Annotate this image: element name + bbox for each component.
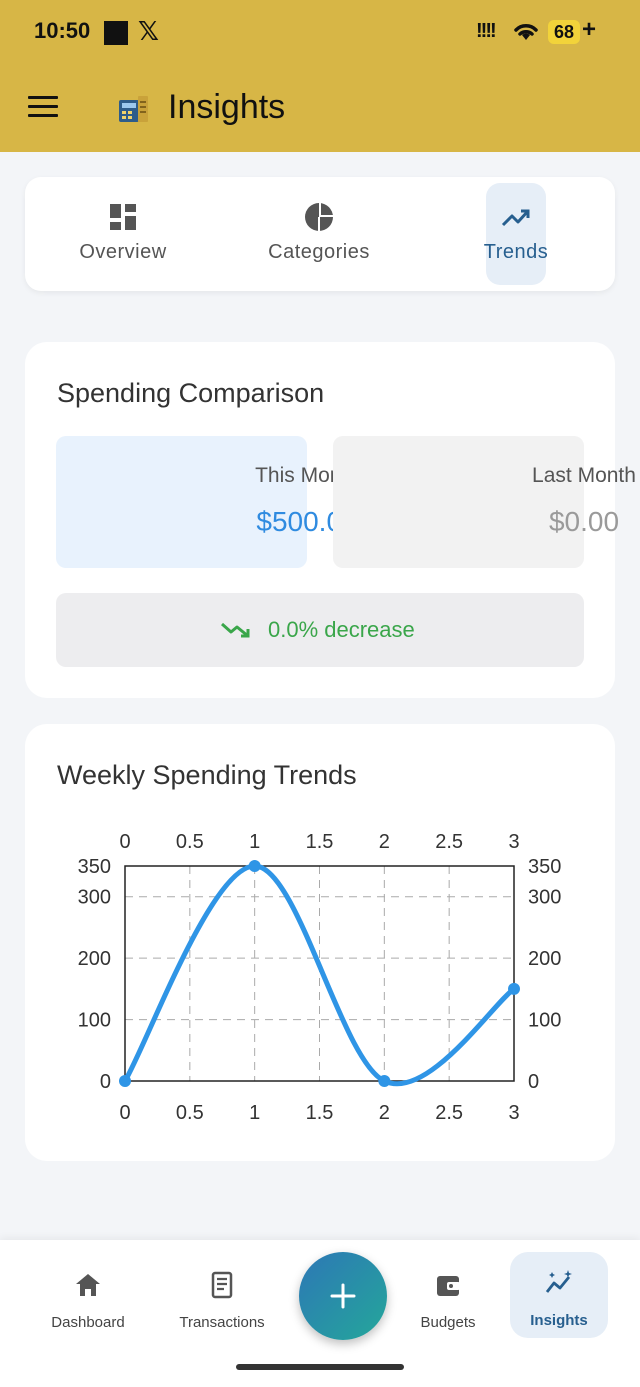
charging-plus: +	[582, 16, 597, 43]
x-tick-label-top: 1	[249, 831, 260, 853]
x-app-icon: 𝕏	[138, 16, 159, 46]
x-tick-label-top: 0	[119, 831, 130, 853]
x-tick-label-bottom: 0.5	[176, 1102, 204, 1124]
x-tick-label-top: 2	[379, 831, 390, 853]
page-title: Insights	[168, 88, 286, 126]
hamburger-menu-icon[interactable]	[28, 96, 58, 120]
insights-tab-bar: Overview Categories Trends	[25, 177, 615, 291]
x-tick-label-bottom: 0	[119, 1102, 130, 1124]
add-transaction-button[interactable]	[299, 1252, 387, 1340]
trending-up-icon	[501, 209, 530, 227]
y-tick-label-left: 350	[78, 856, 111, 878]
x-tick-label-top: 1.5	[306, 831, 334, 853]
nav-budgets[interactable]: Budgets	[393, 1258, 503, 1348]
wallet-icon	[437, 1276, 460, 1296]
x-tick-label-top: 3	[508, 831, 519, 853]
nav-label: Dashboard	[51, 1314, 125, 1331]
nav-transactions[interactable]: Transactions	[167, 1258, 277, 1348]
status-time: 10:50	[34, 18, 91, 43]
x-tick-label-top: 0.5	[176, 831, 204, 853]
active-tab-indicator	[486, 183, 546, 285]
pie-chart-icon	[305, 203, 333, 231]
data-point	[119, 1075, 131, 1087]
weekly-trends-card: Weekly Spending Trends 0 0 0.5 0.5 1 1 1.5 1.5 2…	[25, 724, 615, 1161]
tab-label: Trends	[483, 241, 549, 263]
status-bar: 10:50 𝕏 !!!! 68 +	[0, 0, 640, 66]
x-tick-label-bottom: 1.5	[306, 1102, 334, 1124]
wifi-icon	[514, 24, 538, 40]
app-bar: 10:50 𝕏 !!!! 68 + Insights	[0, 0, 640, 152]
home-indicator	[236, 1364, 404, 1370]
card-title: Spending Comparison	[57, 378, 325, 408]
x-tick-label-bottom: 1	[249, 1102, 260, 1124]
nav-label: Insights	[530, 1312, 588, 1329]
tab-categories[interactable]: Categories	[221, 177, 417, 291]
nav-label: Transactions	[179, 1314, 265, 1331]
app-logo-icon	[119, 96, 148, 122]
plus-icon	[330, 1283, 356, 1309]
nav-dashboard[interactable]: Dashboard	[33, 1258, 143, 1348]
tab-trends[interactable]: Trends	[417, 177, 615, 291]
x-tick-label-bottom: 2	[379, 1102, 390, 1124]
y-tick-label-left: 200	[78, 948, 111, 970]
y-tick-label-right: 100	[528, 1010, 561, 1032]
x-tick-label-bottom: 3	[508, 1102, 519, 1124]
spending-comparison-card: Spending Comparison This Month $500.00 L…	[25, 342, 636, 698]
x-tick-label-bottom: 2.5	[435, 1102, 463, 1124]
last-month-label: Last Month	[532, 464, 636, 487]
y-tick-label-right: 0	[528, 1071, 539, 1093]
battery-indicator: 68	[548, 20, 581, 44]
y-tick-label-right: 350	[528, 856, 561, 878]
this-month-box: This Month $500.00	[56, 436, 359, 568]
data-point	[378, 1075, 391, 1087]
change-text: 0.0% decrease	[268, 617, 415, 642]
receipt-icon	[211, 1271, 233, 1299]
nav-insights[interactable]: Insights	[510, 1252, 608, 1338]
nav-label: Budgets	[420, 1314, 476, 1331]
trending-down-icon	[221, 622, 250, 638]
insights-icon	[545, 1270, 572, 1293]
last-month-value: $0.00	[548, 506, 620, 537]
y-tick-label-left: 0	[100, 1071, 111, 1093]
x-tick-label-top: 2.5	[435, 831, 463, 853]
signal-icon: !!!!	[476, 20, 497, 42]
data-point	[248, 860, 261, 872]
y-tick-label-right: 200	[528, 948, 561, 970]
notification-square-icon	[104, 21, 128, 45]
grid-icon	[110, 204, 136, 230]
change-indicator: 0.0% decrease	[56, 593, 584, 667]
tab-label: Overview	[79, 241, 167, 263]
y-tick-label-left: 300	[78, 887, 111, 909]
y-tick-label-left: 100	[78, 1010, 111, 1032]
tab-overview[interactable]: Overview	[25, 177, 221, 291]
y-tick-label-right: 300	[528, 887, 561, 909]
tab-label: Categories	[268, 241, 370, 263]
data-point	[508, 982, 520, 995]
home-icon	[76, 1274, 100, 1296]
last-month-box: Last Month $0.00	[333, 436, 636, 568]
weekly-trends-chart: 000.50.5111.51.5222.52.5330 0100 100200 200…	[78, 831, 562, 1124]
